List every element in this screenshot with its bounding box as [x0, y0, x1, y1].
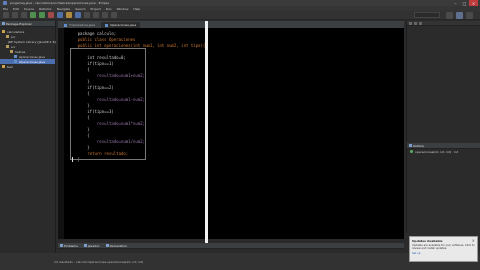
menu-navigate[interactable]: Navigate — [57, 7, 70, 11]
menu-source[interactable]: Source — [24, 7, 34, 11]
task-icon[interactable] — [409, 21, 412, 25]
outline-item[interactable]: operaciones(int, int, int) : int — [407, 149, 480, 154]
tree-item-label: src — [11, 44, 16, 49]
tab-problems[interactable]: Problems — [60, 244, 78, 248]
search-icon[interactable] — [93, 12, 99, 18]
task-list-toolbar — [407, 21, 480, 26]
java-file-icon — [64, 23, 67, 27]
package-folder-icon — [6, 45, 9, 48]
tab-label: Declaration — [109, 243, 127, 248]
package-folder-icon — [6, 35, 9, 38]
open-perspective-icon[interactable] — [446, 12, 453, 19]
outline-item-label: operaciones(int, int, int) : int — [415, 149, 459, 154]
tree-item-label: Aplicaciones.java — [19, 54, 45, 59]
debug-perspective-icon[interactable] — [466, 12, 473, 19]
status-text: int resultado - calculo.Operaciones.oper… — [54, 259, 144, 264]
open-type-icon[interactable] — [84, 12, 90, 18]
setup-link[interactable]: Set up — [412, 252, 475, 255]
vertical-divider — [205, 21, 208, 243]
updates-notification[interactable]: Updates Available × Updates are availabl… — [409, 236, 478, 262]
outline-icon — [409, 144, 412, 147]
menu-help[interactable]: Help — [133, 7, 140, 11]
method-icon — [410, 150, 413, 153]
menu-project[interactable]: Project — [91, 7, 101, 11]
back-icon[interactable] — [102, 12, 108, 18]
tab-label: Problems — [64, 243, 78, 248]
text-cursor — [72, 157, 73, 162]
new-class-icon[interactable] — [75, 12, 81, 18]
menu-edit[interactable]: Edit — [13, 7, 19, 11]
bottom-tabbar: Problems Javadoc Declaration — [58, 243, 404, 249]
forward-icon[interactable] — [111, 12, 117, 18]
project-icon — [2, 30, 5, 33]
tab-outline[interactable]: Outline — [409, 144, 424, 148]
java-perspective-icon[interactable] — [456, 12, 463, 19]
run-icon[interactable] — [39, 12, 45, 18]
print-icon[interactable] — [21, 12, 27, 18]
declaration-icon — [105, 244, 109, 247]
tab-declaration[interactable]: Declaration — [105, 243, 127, 248]
task-list-panel — [406, 21, 480, 141]
package-icon — [10, 50, 13, 53]
filter-icon[interactable] — [414, 21, 417, 25]
tree-item-jre[interactable]: JRE System Library [JavaSE-1.8] — [0, 39, 56, 44]
collapse-icon[interactable] — [419, 21, 422, 25]
external-tools-icon[interactable] — [48, 12, 54, 18]
java-file-icon — [105, 23, 109, 27]
editor-tab-label: Operaciones.java — [110, 23, 137, 27]
tab-label: Outline — [413, 143, 424, 148]
source-code[interactable]: package calculo; public class Operacione… — [58, 28, 404, 243]
perspective-switcher — [446, 12, 476, 19]
editor-tab-label: *calculadora.java — [69, 23, 96, 27]
new-icon[interactable] — [3, 12, 9, 18]
tree-item-label: JRE System Library [JavaSE-1.8] — [8, 39, 56, 44]
javadoc-icon — [83, 244, 87, 247]
notification-text: Updates are available for your software.… — [412, 244, 475, 251]
package-explorer: Package Explorer calculadora src JRE Sys… — [0, 21, 56, 253]
menu-file[interactable]: File — [3, 7, 8, 11]
window-title: progamey.java - calculadora/src/hebras/o… — [10, 1, 110, 5]
scope-highlight-box — [70, 48, 146, 160]
notification-title: Updates Available — [412, 239, 443, 243]
tree-item-test[interactable]: test — [0, 64, 55, 69]
menu-refactor[interactable]: Refactor — [39, 7, 52, 11]
close-icon[interactable]: × — [472, 238, 475, 243]
quick-access-input[interactable] — [414, 12, 440, 18]
menu-window[interactable]: Window — [117, 7, 129, 11]
menu-run[interactable]: Run — [106, 7, 112, 11]
outline-panel: Outline operaciones(int, int, int) : int — [406, 143, 480, 233]
project-icon — [2, 65, 5, 68]
tree-item-label: test — [7, 64, 13, 69]
menu-search[interactable]: Search — [75, 7, 85, 11]
project-tree: calculadora src JRE System Library [Java… — [0, 27, 56, 69]
bottom-views: Problems Javadoc Declaration — [58, 243, 404, 253]
debug-icon[interactable] — [30, 12, 36, 18]
code-editor: *calculadora.java Operaciones.java packa… — [58, 21, 404, 243]
tab-javadoc[interactable]: Javadoc — [83, 243, 100, 248]
tab-package-explorer[interactable]: Package Explorer — [2, 22, 32, 26]
new-package-icon[interactable] — [66, 12, 72, 18]
tab-label: Package Explorer — [6, 21, 32, 26]
code-line: package calculo; — [68, 31, 117, 36]
main-toolbar — [0, 11, 480, 20]
tree-item-label: src — [11, 34, 16, 39]
problems-icon — [60, 244, 63, 247]
package-explorer-icon — [2, 22, 5, 25]
editor-tabbar: *calculadora.java Operaciones.java — [58, 21, 404, 28]
java-file-icon — [14, 55, 17, 58]
new-java-project-icon[interactable] — [57, 12, 63, 18]
tree-item-label: hebras — [15, 49, 26, 54]
code-line: public class Operaciones — [68, 37, 136, 42]
tab-label: Javadoc — [87, 243, 100, 248]
eclipse-logo-icon — [3, 1, 7, 5]
java-file-icon — [14, 60, 17, 63]
editor-text-area[interactable]: package calculo; public class Operacione… — [58, 28, 404, 243]
tree-item-label: Operaciones.java — [19, 59, 46, 64]
save-icon[interactable] — [12, 12, 18, 18]
status-bar: int resultado - calculo.Operaciones.oper… — [0, 253, 480, 270]
tree-item-label: calculadora — [7, 29, 25, 34]
